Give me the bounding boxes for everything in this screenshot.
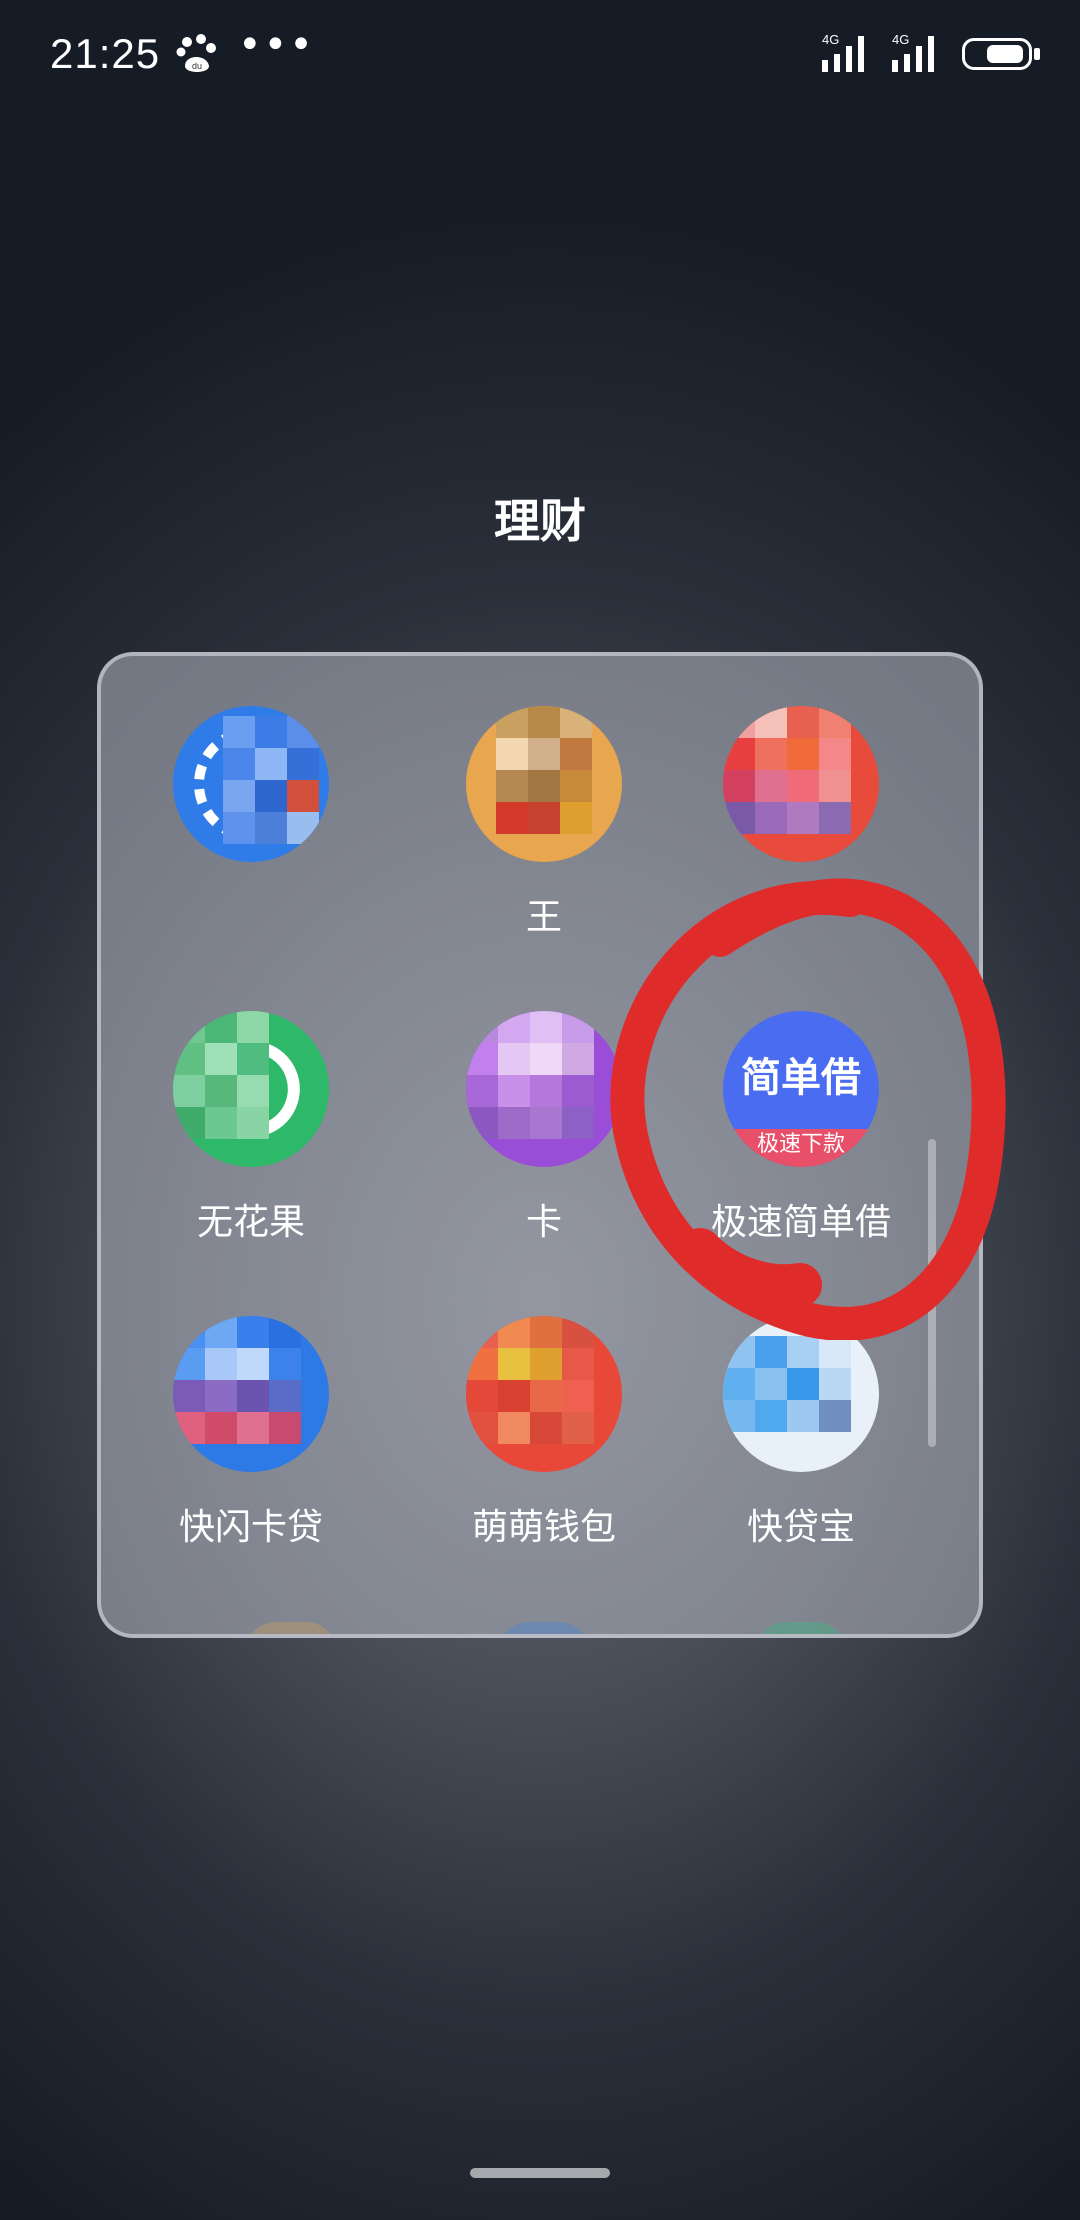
next-row-peek [756, 1622, 846, 1634]
svg-text:4G: 4G [822, 32, 839, 47]
red-app-icon [723, 706, 879, 862]
svg-text:4G: 4G [892, 32, 909, 47]
purple-app-icon [466, 1011, 622, 1167]
app-label: 快贷宝 [746, 1507, 855, 1548]
blue-app-icon [173, 706, 329, 862]
app-8[interactable]: 萌萌钱包 [414, 1316, 674, 1550]
folder-title[interactable]: 理财 [0, 485, 1080, 551]
home-indicator[interactable] [470, 2168, 610, 2178]
signal-icon: 4G [822, 32, 864, 72]
status-bar: 21:25 du ••• 4G 4G [0, 0, 1080, 110]
clock: 21:25 [50, 30, 161, 77]
app-label: 快闪卡贷 [178, 1507, 323, 1548]
app-1[interactable] [121, 706, 381, 888]
annotation-circle [610, 878, 1006, 1340]
blue-flash-icon [173, 1316, 329, 1472]
app-9[interactable]: 快贷宝 [671, 1316, 931, 1550]
app-4[interactable]: 无花果 [121, 1011, 381, 1245]
battery-tip [1034, 48, 1040, 60]
next-row-peek [499, 1622, 589, 1634]
more-notifications-icon: ••• [238, 22, 315, 68]
signal-icon-2: 4G [892, 32, 934, 72]
green-app-icon [173, 1011, 329, 1167]
next-row-peek [246, 1622, 336, 1634]
svg-text:du: du [192, 61, 202, 71]
app-7[interactable]: 快闪卡贷 [121, 1316, 381, 1550]
baidu-paw-icon: du [176, 34, 216, 72]
cartoon-app-icon [466, 706, 622, 862]
app-label: 无花果 [196, 1202, 305, 1243]
battery-icon [962, 38, 1032, 70]
app-label: 萌萌钱包 [471, 1507, 616, 1548]
red-wallet-icon [466, 1316, 622, 1472]
